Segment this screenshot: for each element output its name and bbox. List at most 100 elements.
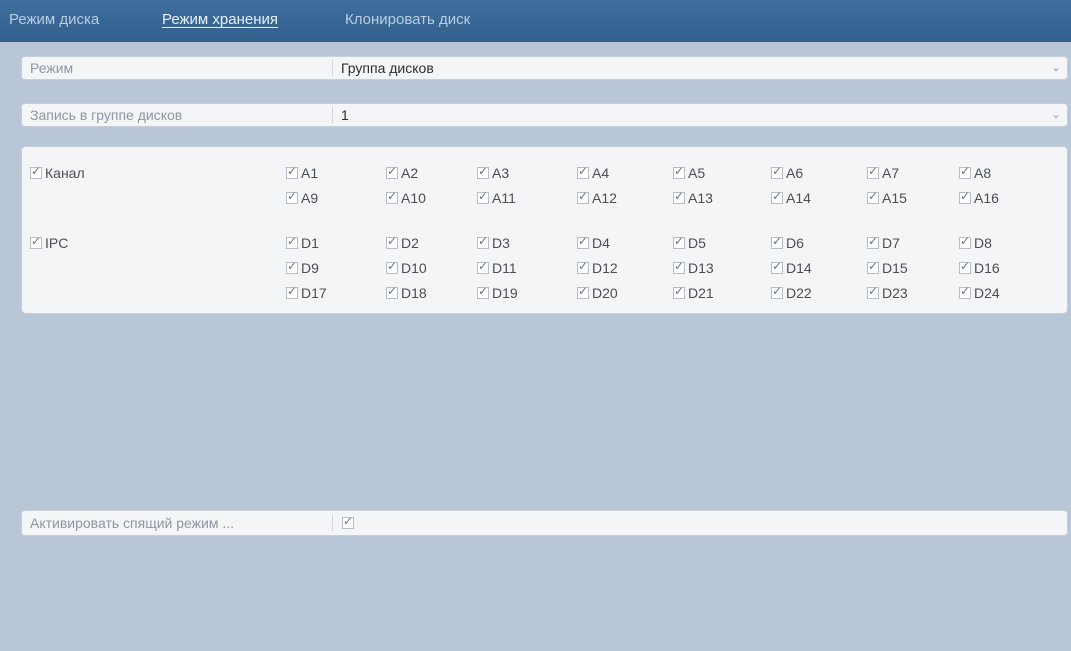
check-icon xyxy=(577,189,589,205)
chevron-down-icon[interactable]: ⌄ xyxy=(1051,107,1061,121)
channel-checkbox-a5[interactable]: A5 xyxy=(673,164,705,181)
ipc-checkbox-label: D23 xyxy=(882,285,908,302)
channel-checkbox-a3[interactable]: A3 xyxy=(477,164,509,181)
channel-checkbox-a10[interactable]: A10 xyxy=(386,189,426,206)
channel-checkbox-a1[interactable]: A1 xyxy=(286,164,318,181)
check-icon xyxy=(286,284,298,300)
ipc-checkbox-d5[interactable]: D5 xyxy=(673,234,706,251)
check-icon xyxy=(386,234,398,250)
divider xyxy=(332,60,333,76)
channel-checkbox-a11[interactable]: A11 xyxy=(477,189,516,206)
channel-label: Канал xyxy=(45,165,85,182)
channel-checkbox-label: A5 xyxy=(688,165,706,182)
channel-checkbox-label: A10 xyxy=(401,190,426,207)
ipc-checkbox-label: D7 xyxy=(882,235,900,252)
channel-all-checkbox[interactable]: Канал xyxy=(30,164,85,181)
channel-checkbox-a4[interactable]: A4 xyxy=(577,164,609,181)
channel-panel: Канал IPC A1 A2 A3 A4 A5 A6 A7 A8 A9 A10 A11 A12 A13… xyxy=(21,146,1068,314)
check-icon xyxy=(477,234,489,250)
ipc-checkbox-label: D10 xyxy=(401,260,427,277)
check-icon xyxy=(959,234,971,250)
channel-checkbox-a13[interactable]: A13 xyxy=(673,189,713,206)
check-icon xyxy=(959,189,971,205)
channel-checkbox-a15[interactable]: A15 xyxy=(867,189,907,206)
channel-checkbox-a9[interactable]: A9 xyxy=(286,189,318,206)
tab-clone-disk[interactable]: Клонировать диск xyxy=(345,11,470,28)
ipc-checkbox-d14[interactable]: D14 xyxy=(771,259,812,276)
channel-checkbox-label: A11 xyxy=(492,190,516,207)
group-select[interactable]: Запись в группе дисков 1 ⌄ xyxy=(21,103,1068,127)
channel-checkbox-a16[interactable]: A16 xyxy=(959,189,999,206)
ipc-checkbox-d12[interactable]: D12 xyxy=(577,259,618,276)
channel-checkbox-a2[interactable]: A2 xyxy=(386,164,418,181)
ipc-checkbox-d19[interactable]: D19 xyxy=(477,284,518,301)
ipc-checkbox-d22[interactable]: D22 xyxy=(771,284,812,301)
check-icon xyxy=(577,234,589,250)
group-label: Запись в группе дисков xyxy=(30,107,183,123)
check-icon xyxy=(867,284,879,300)
check-icon xyxy=(867,259,879,275)
ipc-checkbox-label: D13 xyxy=(688,260,714,277)
chevron-down-icon[interactable]: ⌄ xyxy=(1051,60,1061,74)
ipc-checkbox-d17[interactable]: D17 xyxy=(286,284,327,301)
channel-checkbox-label: A1 xyxy=(301,165,319,182)
ipc-checkbox-d3[interactable]: D3 xyxy=(477,234,510,251)
check-icon xyxy=(386,189,398,205)
check-icon xyxy=(867,189,879,205)
channel-checkbox-label: A3 xyxy=(492,165,510,182)
ipc-checkbox-d13[interactable]: D13 xyxy=(673,259,714,276)
channel-checkbox-label: A13 xyxy=(688,190,713,207)
divider xyxy=(332,515,333,531)
ipc-checkbox-label: D5 xyxy=(688,235,706,252)
ipc-checkbox-d6[interactable]: D6 xyxy=(771,234,804,251)
channel-checkbox-label: A14 xyxy=(786,190,811,207)
ipc-checkbox-label: D9 xyxy=(301,260,319,277)
channel-checkbox-a14[interactable]: A14 xyxy=(771,189,811,206)
check-icon xyxy=(673,284,685,300)
check-icon xyxy=(959,284,971,300)
channel-checkbox-label: A15 xyxy=(882,190,907,207)
mode-select[interactable]: Режим Группа дисков ⌄ xyxy=(21,56,1068,80)
channel-checkbox-a12[interactable]: A12 xyxy=(577,189,617,206)
check-icon xyxy=(771,189,783,205)
channel-checkbox-a8[interactable]: A8 xyxy=(959,164,991,181)
group-value: 1 xyxy=(341,107,349,123)
ipc-checkbox-d7[interactable]: D7 xyxy=(867,234,900,251)
ipc-checkbox-d9[interactable]: D9 xyxy=(286,259,319,276)
ipc-checkbox-d20[interactable]: D20 xyxy=(577,284,618,301)
ipc-checkbox-label: D22 xyxy=(786,285,812,302)
tab-storage-mode[interactable]: Режим хранения xyxy=(162,11,278,28)
ipc-checkbox-d16[interactable]: D16 xyxy=(959,259,1000,276)
check-icon xyxy=(867,164,879,180)
ipc-checkbox-d24[interactable]: D24 xyxy=(959,284,1000,301)
ipc-checkbox-label: D18 xyxy=(401,285,427,302)
check-icon xyxy=(386,259,398,275)
ipc-checkbox-d23[interactable]: D23 xyxy=(867,284,908,301)
ipc-checkbox-label: D11 xyxy=(492,260,517,277)
ipc-label: IPC xyxy=(45,235,69,252)
channel-checkbox-label: A6 xyxy=(786,165,804,182)
ipc-all-checkbox[interactable]: IPC xyxy=(30,234,68,251)
channel-checkbox-a7[interactable]: A7 xyxy=(867,164,899,181)
ipc-checkbox-label: D2 xyxy=(401,235,419,252)
ipc-checkbox-d1[interactable]: D1 xyxy=(286,234,319,251)
ipc-checkbox-d21[interactable]: D21 xyxy=(673,284,714,301)
check-icon xyxy=(673,259,685,275)
tab-disk-mode[interactable]: Режим диска xyxy=(9,11,99,28)
channel-checkbox-label: A8 xyxy=(974,165,992,182)
ipc-checkbox-d18[interactable]: D18 xyxy=(386,284,427,301)
channel-checkbox-label: A16 xyxy=(974,190,999,207)
ipc-checkbox-d15[interactable]: D15 xyxy=(867,259,908,276)
ipc-checkbox-d10[interactable]: D10 xyxy=(386,259,427,276)
check-icon xyxy=(286,189,298,205)
check-icon xyxy=(959,259,971,275)
ipc-checkbox-d2[interactable]: D2 xyxy=(386,234,419,251)
ipc-checkbox-d8[interactable]: D8 xyxy=(959,234,992,251)
ipc-checkbox-d4[interactable]: D4 xyxy=(577,234,610,251)
channel-checkbox-a6[interactable]: A6 xyxy=(771,164,803,181)
sleep-mode-checkbox[interactable] xyxy=(342,514,354,529)
sleep-mode-row: Активировать спящий режим ... xyxy=(21,510,1068,536)
check-icon xyxy=(867,234,879,250)
ipc-checkbox-d11[interactable]: D11 xyxy=(477,259,517,276)
ipc-checkbox-label: D20 xyxy=(592,285,618,302)
